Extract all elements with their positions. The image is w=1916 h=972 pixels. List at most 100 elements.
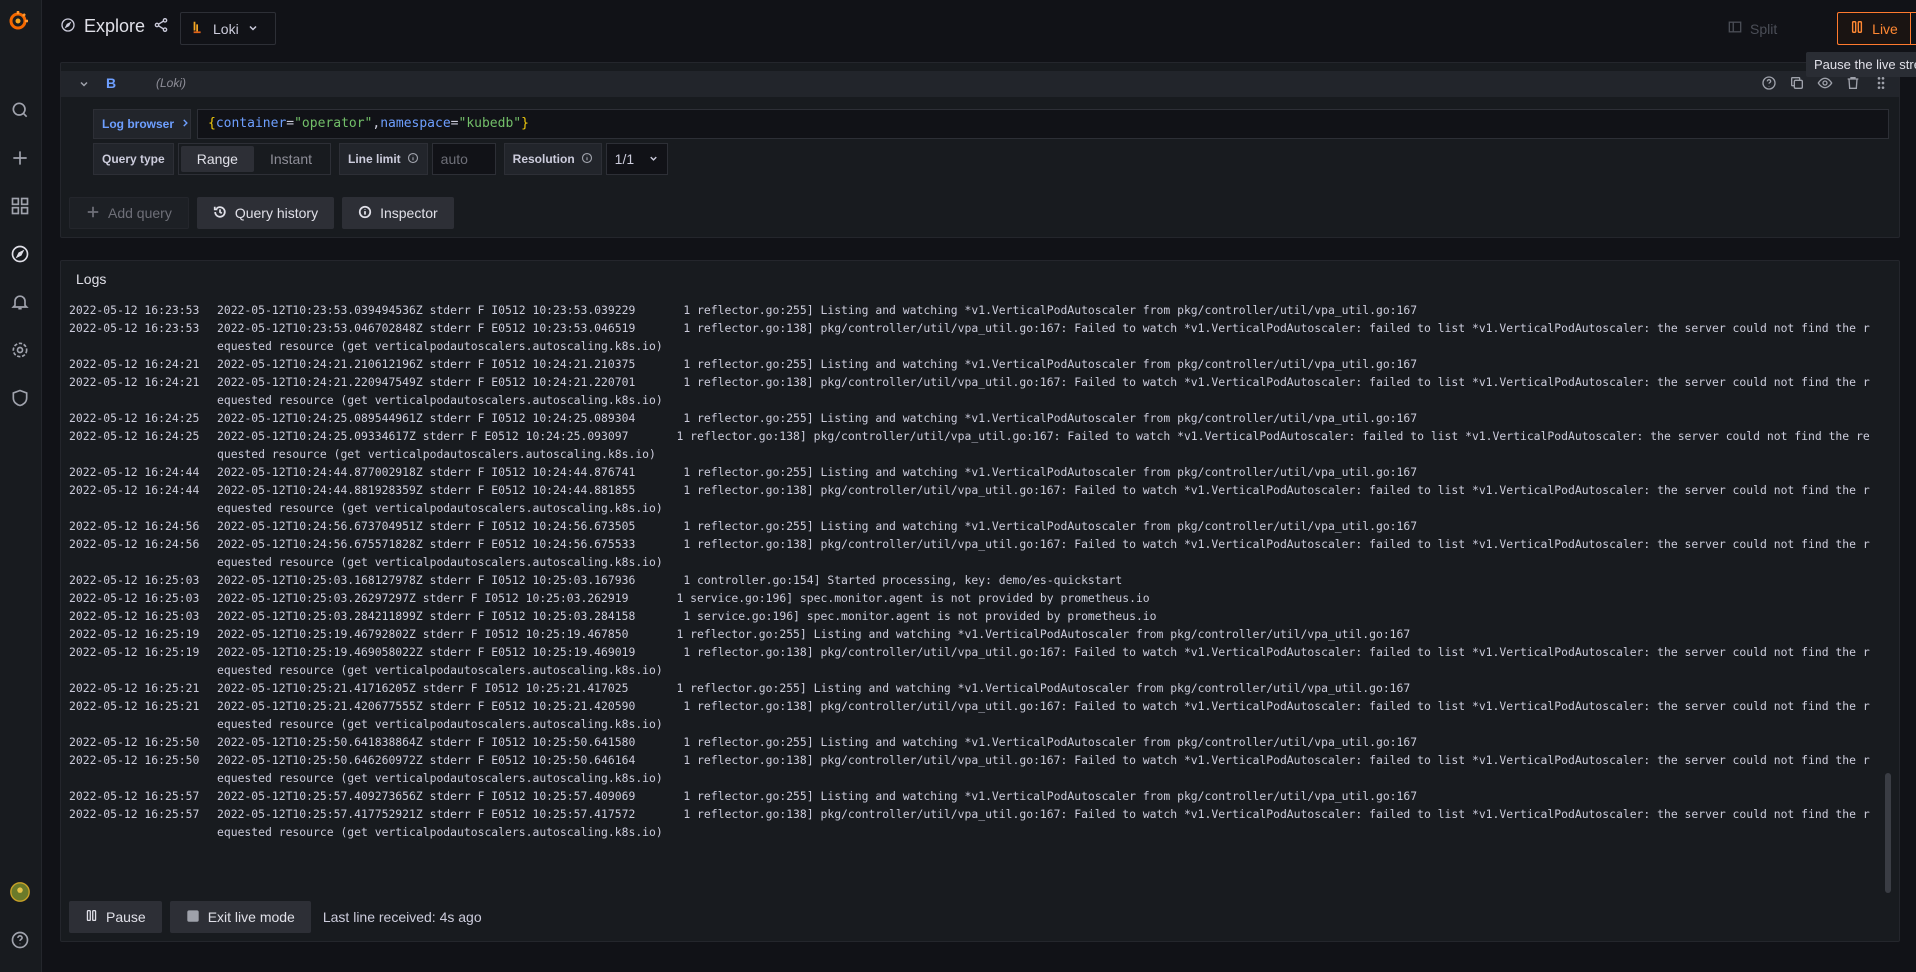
log-message: 2022-05-12T10:24:25.09334617Z stderr F E… [217,429,1870,461]
log-line[interactable]: 2022-05-12 16:25:57 2022-05-12T10:25:57.4… [69,805,1881,841]
log-message: 2022-05-12T10:25:57.417752921Z stderr F … [217,807,1870,839]
query-history-button[interactable]: Query history [196,197,335,229]
grafana-logo-icon[interactable] [6,9,30,33]
resolution-label-group: Resolution [503,143,602,175]
datasource-name: Loki [213,20,239,37]
log-message: 2022-05-12T10:25:19.46792802Z stderr F I… [217,627,1411,641]
log-message: 2022-05-12T10:24:21.220947549Z stderr F … [217,375,1870,407]
shield-icon[interactable] [8,386,32,410]
dashboards-icon[interactable] [8,194,32,218]
log-line[interactable]: 2022-05-12 16:25:57 2022-05-12T10:25:57.4… [69,787,1881,805]
live-button[interactable]: Live [1837,12,1910,45]
log-line[interactable]: 2022-05-12 16:25:03 2022-05-12T10:25:03.1… [69,571,1881,589]
query-type-label: Query type [93,143,174,175]
resolution-select[interactable]: 1/1 [605,143,668,175]
explore-compass-icon[interactable] [8,242,32,266]
log-line[interactable]: 2022-05-12 16:25:21 2022-05-12T10:25:21.4… [69,679,1881,697]
log-message: 2022-05-12T10:24:25.089544961Z stderr F … [217,411,1418,425]
page-title: Explore [84,16,146,36]
log-timestamp: 2022-05-12 16:25:21 [69,699,200,713]
plus-icon[interactable] [8,146,32,170]
line-limit-input[interactable]: auto [431,143,496,175]
log-line[interactable]: 2022-05-12 16:25:50 2022-05-12T10:25:50.6… [69,733,1881,751]
log-line[interactable]: 2022-05-12 16:24:21 2022-05-12T10:24:21.2… [69,355,1881,373]
log-line[interactable]: 2022-05-12 16:25:19 2022-05-12T10:25:19.4… [69,625,1881,643]
log-message: 2022-05-12T10:25:50.646260972Z stderr F … [217,753,1870,785]
log-line[interactable]: 2022-05-12 16:25:50 2022-05-12T10:25:50.6… [69,751,1881,787]
pause-icon [85,909,98,925]
query-row-actions [1761,75,1889,91]
log-line[interactable]: 2022-05-12 16:24:44 2022-05-12T10:24:44.8… [69,463,1881,481]
query-ref-id[interactable]: B [106,75,116,91]
pause-label: Pause [106,909,146,925]
expr-value-operator: "operator" [294,116,373,131]
gear-icon[interactable] [8,338,32,362]
log-timestamp: 2022-05-12 16:24:21 [69,375,200,389]
query-type-range[interactable]: Range [180,146,254,172]
log-message: 2022-05-12T10:25:57.409273656Z stderr F … [217,789,1418,803]
add-query-button[interactable]: Add query [69,197,189,229]
pause-button[interactable]: Pause [69,901,162,933]
log-line[interactable]: 2022-05-12 16:24:44 2022-05-12T10:24:44.8… [69,481,1881,517]
explore-compass-icon [60,17,76,36]
collapse-chevron-icon[interactable] [78,77,90,93]
add-query-label: Add query [108,205,172,221]
live-tooltip: Pause the live stream [1806,52,1916,77]
expr-close-brace: } [521,116,529,131]
line-limit-label: Line limit [348,152,401,166]
alerting-bell-icon[interactable] [8,290,32,314]
trash-icon[interactable] [1845,75,1861,91]
log-line[interactable]: 2022-05-12 16:24:25 2022-05-12T10:24:25.0… [69,427,1881,463]
log-line[interactable]: 2022-05-12 16:25:21 2022-05-12T10:25:21.4… [69,697,1881,733]
log-line[interactable]: 2022-05-12 16:25:19 2022-05-12T10:25:19.4… [69,643,1881,679]
exit-live-mode-button[interactable]: Exit live mode [169,901,311,933]
search-icon[interactable] [8,98,32,122]
info-icon[interactable] [407,152,419,167]
query-datasource-note: (Loki) [156,76,187,90]
log-browser-button[interactable]: Log browser [93,109,191,139]
logs-scrollbar[interactable] [1885,773,1891,893]
duplicate-icon[interactable] [1789,75,1805,91]
split-icon [1728,20,1742,37]
help-icon[interactable] [1761,75,1777,91]
avatar[interactable] [8,880,32,904]
log-lines-list[interactable]: 2022-05-12 16:23:53 2022-05-12T10:23:53.0… [69,301,1881,849]
log-line[interactable]: 2022-05-12 16:24:56 2022-05-12T10:24:56.6… [69,517,1881,535]
log-line[interactable]: 2022-05-12 16:25:03 2022-05-12T10:25:03.2… [69,607,1881,625]
log-message: 2022-05-12T10:25:50.641838864Z stderr F … [217,735,1418,749]
loki-logo-icon [191,20,205,37]
pause-icon [1850,20,1864,37]
log-line[interactable]: 2022-05-12 16:24:21 2022-05-12T10:24:21.2… [69,373,1881,409]
eye-icon[interactable] [1817,75,1833,91]
info-icon[interactable] [581,152,593,167]
split-button[interactable]: Split [1714,12,1836,45]
last-line-received: Last line received: 4s ago [322,909,482,925]
help-icon[interactable] [8,928,32,952]
expr-label-container: container [215,116,287,131]
log-message: 2022-05-12T10:25:21.41716205Z stderr F I… [217,681,1411,695]
share-icon[interactable] [153,17,169,36]
log-message: 2022-05-12T10:24:21.210612196Z stderr F … [217,357,1418,371]
live-controls: Pause Exit live mode Last line received:… [69,901,482,933]
datasource-picker[interactable]: Loki [180,12,276,45]
query-expression-input[interactable]: {container="operator",namespace="kubedb"… [197,109,1889,139]
inspector-button[interactable]: Inspector [342,197,454,229]
expr-eq: = [450,116,459,131]
resolution-value: 1/1 [614,151,635,167]
drag-handle-icon[interactable] [1873,75,1889,91]
log-line[interactable]: 2022-05-12 16:23:53 2022-05-12T10:23:53.0… [69,319,1881,355]
stop-live-button[interactable] [1910,12,1916,45]
log-timestamp: 2022-05-12 16:25:03 [69,591,200,605]
query-type-instant[interactable]: Instant [254,146,328,172]
log-timestamp: 2022-05-12 16:24:21 [69,357,200,371]
log-timestamp: 2022-05-12 16:25:50 [69,735,200,749]
log-line[interactable]: 2022-05-12 16:25:03 2022-05-12T10:25:03.2… [69,589,1881,607]
log-timestamp: 2022-05-12 16:24:25 [69,429,200,443]
log-timestamp: 2022-05-12 16:25:50 [69,753,200,767]
log-line[interactable]: 2022-05-12 16:24:25 2022-05-12T10:24:25.0… [69,409,1881,427]
plus-icon [86,205,100,222]
log-line[interactable]: 2022-05-12 16:24:56 2022-05-12T10:24:56.6… [69,535,1881,571]
inspector-label: Inspector [380,205,438,221]
log-line[interactable]: 2022-05-12 16:23:53 2022-05-12T10:23:53.0… [69,301,1881,319]
resolution-label: Resolution [512,152,575,166]
